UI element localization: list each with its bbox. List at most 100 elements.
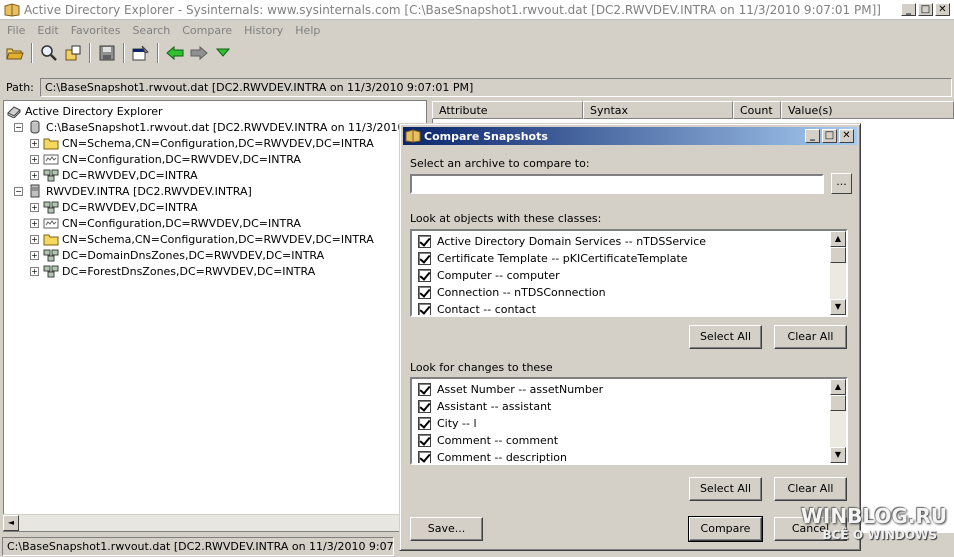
tree-item[interactable]: + DC=RWVDEV,DC=INTRA (30, 199, 198, 215)
changes-scrollbar[interactable]: ▲ ▼ (830, 379, 846, 463)
scroll-down-arrow[interactable]: ▼ (830, 299, 846, 315)
classes-item[interactable]: Connection -- nTDSConnection (418, 284, 606, 301)
changes-select-all-button[interactable]: Select All (689, 477, 762, 501)
expand-icon[interactable]: + (30, 202, 39, 212)
scroll-thumb[interactable] (830, 247, 846, 263)
tree-item[interactable]: − C:\BaseSnapshot1.rwvout.dat [DC2.RWVDEV… (14, 119, 426, 135)
checkbox[interactable] (418, 451, 431, 463)
browse-button[interactable]: ... (831, 173, 852, 194)
maximize-button[interactable]: □ (918, 3, 933, 16)
tree-item-label: CN=Configuration,DC=RWVDEV,DC=INTRA (62, 152, 301, 166)
toolbar-separator (89, 43, 91, 63)
tree-view[interactable]: Active Directory Explorer − C:\BaseSnapsh… (3, 100, 427, 532)
tree-item[interactable]: + CN=Configuration,DC=RWVDEV,DC=INTRA (30, 215, 301, 231)
menu-history[interactable]: History (237, 24, 288, 37)
scroll-thumb[interactable] (830, 395, 846, 411)
tree-item[interactable]: + CN=Configuration,DC=RWVDEV,DC=INTRA (30, 151, 301, 167)
tree-item[interactable]: + CN=Schema,CN=Configuration,DC=RWVDEV,DC… (30, 135, 374, 151)
checkbox[interactable] (418, 417, 431, 430)
checkbox[interactable] (418, 235, 431, 248)
classes-clear-all-button[interactable]: Clear All (774, 325, 847, 349)
expand-icon[interactable]: + (30, 138, 39, 148)
classes-item[interactable]: Certificate Template -- pKICertificateTe… (418, 250, 688, 267)
column-values[interactable]: Value(s) (781, 101, 954, 119)
scroll-up-arrow[interactable]: ▲ (830, 379, 846, 395)
tree-item[interactable]: − RWVDEV.INTRA [DC2.RWVDEV.INTRA] (14, 183, 252, 199)
classes-select-all-button[interactable]: Select All (689, 325, 762, 349)
expand-icon[interactable]: + (30, 170, 39, 180)
save-button[interactable] (96, 42, 118, 64)
properties-button[interactable] (130, 42, 152, 64)
dialog-maximize-button[interactable]: □ (822, 129, 837, 143)
status-text: C:\BaseSnapshot1.rwvout.dat [DC2.RWVDEV.… (2, 537, 394, 556)
scroll-up-arrow[interactable]: ▲ (830, 231, 846, 247)
tree-item-label: DC=RWVDEV,DC=INTRA (62, 168, 198, 182)
tree-horizontal-scrollbar[interactable]: ◄ ► (3, 514, 427, 531)
forward-button[interactable] (188, 42, 210, 64)
checkbox[interactable] (418, 303, 431, 315)
collapse-icon[interactable]: − (14, 186, 23, 196)
changes-item[interactable]: Comment -- description (418, 449, 567, 463)
menu-file[interactable]: File (0, 24, 30, 37)
expand-icon[interactable]: + (30, 218, 39, 228)
connect-button[interactable] (62, 42, 84, 64)
classes-item[interactable]: Computer -- computer (418, 267, 560, 284)
tree-item[interactable]: + DC=RWVDEV,DC=INTRA (30, 167, 198, 183)
checkbox[interactable] (418, 252, 431, 265)
dialog-minimize-button[interactable]: _ (805, 129, 820, 143)
collapse-icon[interactable]: − (14, 122, 23, 132)
changes-checklist[interactable]: Asset Number -- assetNumber Assistant -- … (410, 377, 848, 465)
watermark: WINBLOG.RU ВСЁ О WINDOWS (801, 504, 951, 554)
classes-scrollbar[interactable]: ▲ ▼ (830, 231, 846, 315)
tree-root-label: Active Directory Explorer (25, 104, 163, 118)
checkbox[interactable] (418, 400, 431, 413)
classes-item[interactable]: Contact -- contact (418, 301, 536, 315)
dialog-close-button[interactable]: ✕ (839, 129, 854, 143)
path-field[interactable]: C:\BaseSnapshot1.rwvout.dat [DC2.RWVDEV.… (40, 78, 952, 97)
expand-icon[interactable]: + (30, 154, 39, 164)
minimize-button[interactable]: _ (901, 3, 916, 16)
menu-search[interactable]: Search (125, 24, 175, 37)
archive-input[interactable] (410, 174, 824, 194)
checkbox[interactable] (418, 434, 431, 447)
path-label: Path: (6, 81, 34, 94)
expand-icon[interactable]: + (30, 234, 39, 244)
classes-checklist[interactable]: Active Directory Domain Services -- nTDS… (410, 229, 848, 317)
domain-icon (43, 249, 59, 262)
changes-clear-all-button[interactable]: Clear All (774, 477, 847, 501)
expand-icon[interactable]: + (30, 250, 39, 260)
open-button[interactable] (4, 42, 26, 64)
classes-item[interactable]: Active Directory Domain Services -- nTDS… (418, 233, 706, 250)
back-button[interactable] (164, 42, 186, 64)
changes-item[interactable]: Comment -- comment (418, 432, 558, 449)
search-button[interactable] (38, 42, 60, 64)
save-snapshot-comparison-button[interactable]: Save... (410, 517, 483, 541)
menu-compare[interactable]: Compare (175, 24, 237, 37)
menu-help[interactable]: Help (288, 24, 325, 37)
history-dropdown-button[interactable] (212, 42, 234, 64)
scroll-left-arrow[interactable]: ◄ (3, 515, 19, 531)
tree-item[interactable]: + DC=ForestDnsZones,DC=RWVDEV,DC=INTRA (30, 263, 315, 279)
watermark-site: WINBLOG.RU (800, 504, 947, 528)
changes-item[interactable]: Assistant -- assistant (418, 398, 551, 415)
checkbox[interactable] (418, 383, 431, 396)
expand-icon[interactable]: + (30, 266, 39, 276)
scroll-down-arrow[interactable]: ▼ (830, 447, 846, 463)
column-attribute[interactable]: Attribute (432, 101, 583, 119)
changes-item[interactable]: Asset Number -- assetNumber (418, 381, 603, 398)
tree-item[interactable]: + CN=Schema,CN=Configuration,DC=RWVDEV,DC… (30, 231, 374, 247)
checkbox[interactable] (418, 286, 431, 299)
close-button[interactable]: ✕ (935, 3, 950, 16)
menu-edit[interactable]: Edit (30, 24, 63, 37)
column-count[interactable]: Count (733, 101, 781, 119)
menu-favorites[interactable]: Favorites (64, 24, 126, 37)
checkbox[interactable] (418, 269, 431, 282)
tree-item[interactable]: + DC=DomainDnsZones,DC=RWVDEV,DC=INTRA (30, 247, 324, 263)
attribute-list-header: Attribute Syntax Count Value(s) (432, 101, 954, 119)
domain-icon (43, 201, 59, 214)
compare-button[interactable]: Compare (688, 516, 763, 542)
changes-item[interactable]: City -- l (418, 415, 477, 432)
column-syntax[interactable]: Syntax (583, 101, 733, 119)
tree-item-label: RWVDEV.INTRA [DC2.RWVDEV.INTRA] (46, 184, 252, 198)
tree-root[interactable]: Active Directory Explorer (6, 103, 163, 119)
